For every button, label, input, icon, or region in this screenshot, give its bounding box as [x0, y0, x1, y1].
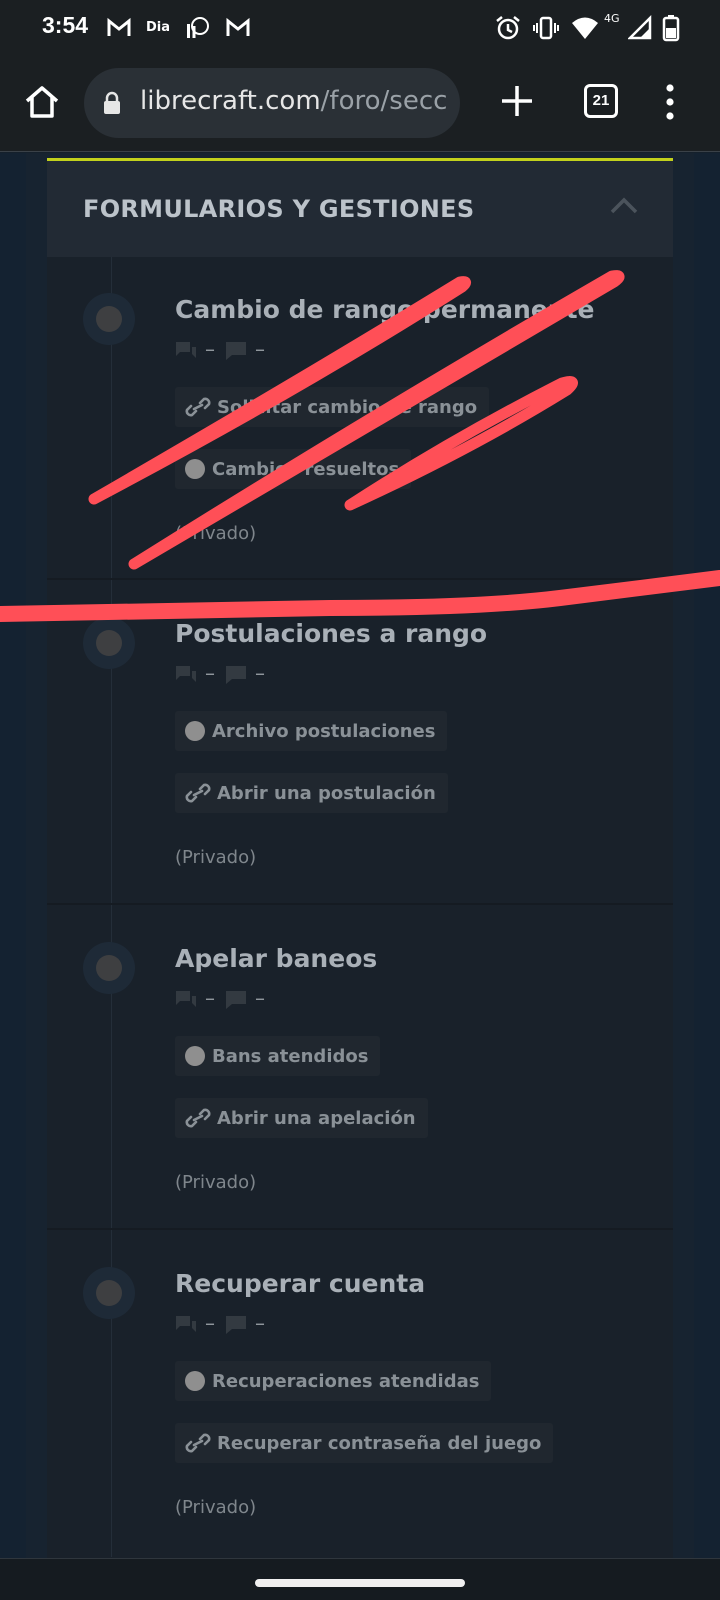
messages-count: – [255, 986, 265, 1010]
forum-title[interactable]: Cambio de rango permanente [175, 295, 595, 324]
network-type-label: 4G [604, 12, 620, 25]
threads-icon [176, 666, 196, 682]
signal-icon [628, 14, 652, 40]
forum-node: Recuperar cuenta – – Recuperaciones aten… [47, 1231, 673, 1558]
messages-icon [226, 991, 246, 1009]
subforum-dot-icon [185, 459, 205, 479]
url-text[interactable]: librecraft.com/foro/secc [140, 86, 447, 116]
url-path: /foro/secc [320, 86, 448, 116]
forum-private-note: (Privado) [175, 523, 257, 544]
chevron-up-icon[interactable] [609, 195, 639, 215]
gmail-icon [226, 17, 250, 36]
forum-private-note: (Privado) [175, 1497, 257, 1518]
subforum-dot-icon [185, 1371, 205, 1391]
messages-count: – [255, 1311, 265, 1335]
subforum-label: Bans atendidos [212, 1045, 369, 1067]
messages-count: – [255, 337, 265, 361]
forum-status-icon [83, 293, 135, 345]
vibrate-icon [533, 16, 559, 40]
subforum-label: Recuperar contraseña del juego [217, 1432, 542, 1454]
subforum-link[interactable]: Solicitar cambio de rango [175, 387, 490, 427]
subforum-item[interactable]: Bans atendidos [175, 1036, 381, 1076]
subforum-label: Solicitar cambio de rango [217, 396, 478, 418]
gmail-icon [107, 17, 131, 36]
forum-status-icon [83, 617, 135, 669]
subforum-link[interactable]: Abrir una postulación [175, 773, 448, 813]
status-time: 3:54 [42, 12, 89, 38]
gesture-handle[interactable] [255, 1579, 465, 1587]
subforum-label: Cambios resueltos [212, 458, 400, 480]
section-header[interactable]: FORMULARIOS Y GESTIONES [47, 161, 673, 257]
plus-icon[interactable] [496, 80, 538, 122]
subforum-link[interactable]: Abrir una apelación [175, 1098, 428, 1138]
subforum-dot-icon [185, 1046, 205, 1066]
wifi-icon [572, 17, 598, 39]
section-title: FORMULARIOS Y GESTIONES [83, 195, 475, 223]
url-bar[interactable]: librecraft.com/foro/secc [84, 68, 460, 138]
forum-private-note: (Privado) [175, 847, 257, 868]
url-domain: librecraft.com [140, 86, 321, 116]
alarm-icon [496, 16, 520, 40]
forum-status-icon [83, 1267, 135, 1319]
forum-title[interactable]: Apelar baneos [175, 944, 377, 973]
threads-icon [176, 991, 196, 1007]
system-nav-bar [0, 1558, 720, 1600]
subforum-link[interactable]: Recuperar contraseña del juego [175, 1423, 554, 1463]
threads-count: – [205, 661, 215, 685]
link-icon [185, 1433, 211, 1453]
status-bar: 3:54 Dia 4G [0, 0, 720, 56]
more-vert-icon[interactable] [658, 80, 682, 124]
link-icon [185, 1108, 211, 1128]
threads-icon [176, 1316, 196, 1332]
messages-icon [226, 666, 246, 684]
threads-icon [176, 342, 196, 358]
forum-status-icon [83, 942, 135, 994]
battery-icon [662, 15, 680, 42]
forum-title[interactable]: Postulaciones a rango [175, 619, 487, 648]
forum-title[interactable]: Recuperar cuenta [175, 1269, 425, 1298]
forum-node: Cambio de rango permanente – – Solicitar… [47, 257, 673, 587]
subforum-item[interactable]: Archivo postulaciones [175, 711, 448, 751]
link-icon [185, 397, 211, 417]
subforum-dot-icon [185, 721, 205, 741]
tabs-icon[interactable]: 21 [584, 84, 618, 118]
threads-count: – [205, 337, 215, 361]
subforum-label: Abrir una apelación [217, 1107, 416, 1129]
lock-icon[interactable] [102, 91, 122, 115]
messages-icon [226, 1316, 246, 1334]
page-content: FORMULARIOS Y GESTIONES Cambio de rango … [0, 153, 720, 1558]
forum-node: Apelar baneos – – Bans atendidos Abrir u… [47, 906, 673, 1236]
ip-app-icon [187, 17, 209, 38]
messages-icon [226, 342, 246, 360]
forum-node: Postulaciones a rango – – Archivo postul… [47, 581, 673, 911]
subforum-label: Recuperaciones atendidas [212, 1370, 480, 1392]
subforum-label: Archivo postulaciones [212, 720, 436, 742]
subforum-label: Abrir una postulación [217, 782, 436, 804]
home-icon[interactable] [22, 82, 62, 122]
dia-app-icon: Dia [146, 20, 171, 35]
threads-count: – [205, 986, 215, 1010]
browser-toolbar: librecraft.com/foro/secc 21 [0, 56, 720, 152]
link-icon [185, 783, 211, 803]
subforum-item[interactable]: Recuperaciones atendidas [175, 1361, 492, 1401]
subforum-item[interactable]: Cambios resueltos [175, 449, 412, 489]
forum-private-note: (Privado) [175, 1172, 257, 1193]
messages-count: – [255, 661, 265, 685]
threads-count: – [205, 1311, 215, 1335]
